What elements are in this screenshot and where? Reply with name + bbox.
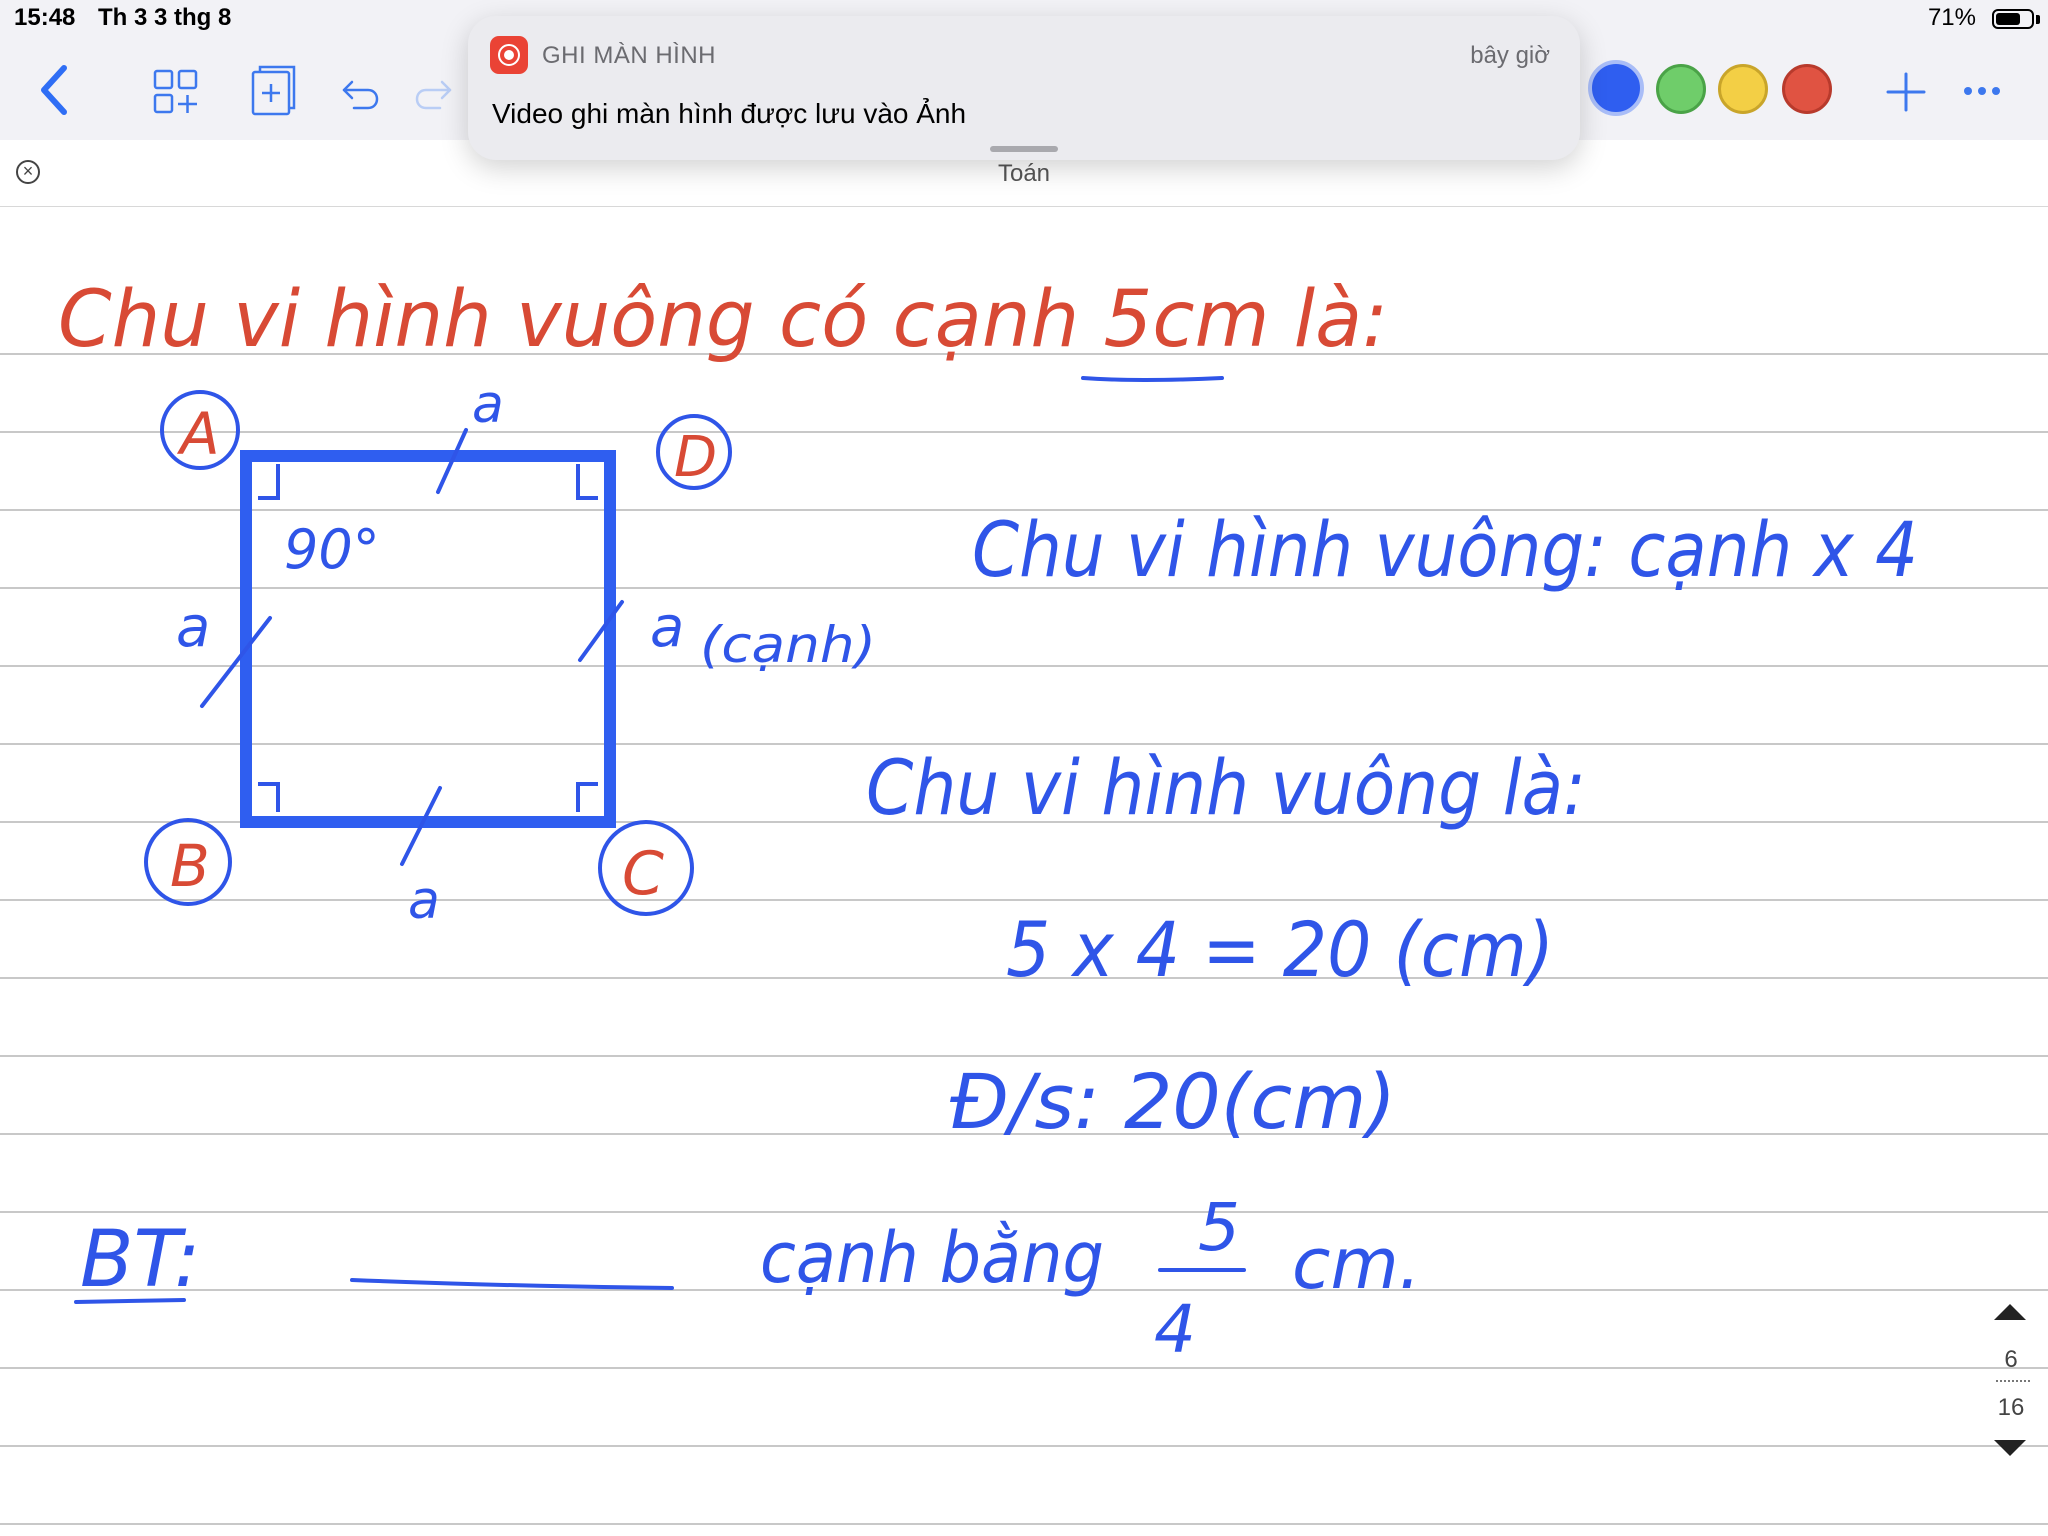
ellipsis-icon[interactable] [1962,84,2002,98]
color-swatch-red[interactable] [1782,64,1832,114]
notification-grabber [990,146,1058,152]
vertex-d-label: D [674,425,717,490]
exercise-unit: cm. [1292,1223,1421,1305]
battery-icon [1992,9,2034,29]
add-page-icon[interactable] [250,64,298,118]
battery-nub [2036,15,2040,24]
notification-app-name: GHI MÀN HÌNH [542,42,716,69]
redo-icon[interactable] [410,74,454,114]
color-swatch-yellow[interactable] [1718,64,1768,114]
heading-underline [1081,376,1224,382]
answer-intro-text: Chu vi hình vuông là: [866,743,1586,832]
page-up-icon[interactable] [1990,1300,2030,1324]
status-date: Th 3 3 thg 8 [98,4,232,31]
page-down-icon[interactable] [1990,1436,2030,1460]
current-page: 6 [2004,1346,2018,1373]
vertex-a-label: A [176,400,220,468]
notification-message: Video ghi màn hình được lưu vào Ảnh [492,98,967,129]
heading-text: Chu vi hình vuông có cạnh 5cm là: [58,275,1388,365]
fraction-denominator: 4 [1154,1291,1196,1368]
color-swatch-green[interactable] [1656,64,1706,114]
result-text: Đ/s: 20(cm) [950,1057,1396,1146]
battery-percent: 71% [1927,4,1976,31]
screen-record-icon [490,36,528,74]
color-swatch-blue[interactable] [1588,60,1644,116]
exercise-label-underline [74,1298,186,1304]
formula-text: Chu vi hình vuông: cạnh x 4 [972,505,1918,594]
side-label-top: a [472,375,504,435]
vertex-b-label: B [170,832,210,900]
side-label-bottom: a [408,871,440,931]
fraction-numerator: 5 [1198,1189,1240,1266]
page-indicator: 6 16 [1976,1300,2046,1460]
side-note: (cạnh) [700,616,876,674]
note-page[interactable]: Chu vi hình vuông có cạnh 5cm là: A D B … [0,206,2048,1536]
calculation-text: 5 x 4 = 20 (cm) [1006,905,1554,994]
exercise-label: BT: [80,1215,200,1305]
exercise-blank-line [350,1278,674,1290]
angle-label: 90° [284,518,380,581]
document-title: Toán [997,160,1051,187]
page-divider [1996,1380,2030,1382]
notification-time: bây giờ [1470,42,1550,69]
grid-plus-icon[interactable] [152,68,200,116]
undo-icon[interactable] [340,74,384,114]
notification-banner[interactable]: GHI MÀN HÌNH bây giờ Video ghi màn hình … [468,16,1580,160]
chevron-left-icon[interactable] [36,64,72,116]
right-angle-marks [258,464,598,812]
side-label-left: a [176,595,210,660]
vertex-c-label: C [622,839,664,909]
tick-marks [200,428,624,866]
exercise-text: cạnh bằng [760,1217,1104,1299]
status-time: 15:48 [14,4,76,31]
note-canvas: Chu vi hình vuông có cạnh 5cm là: A D B … [0,275,2048,1525]
plus-icon[interactable] [1884,70,1928,114]
side-label-right: a [650,595,684,660]
total-pages: 16 [1997,1394,2025,1421]
